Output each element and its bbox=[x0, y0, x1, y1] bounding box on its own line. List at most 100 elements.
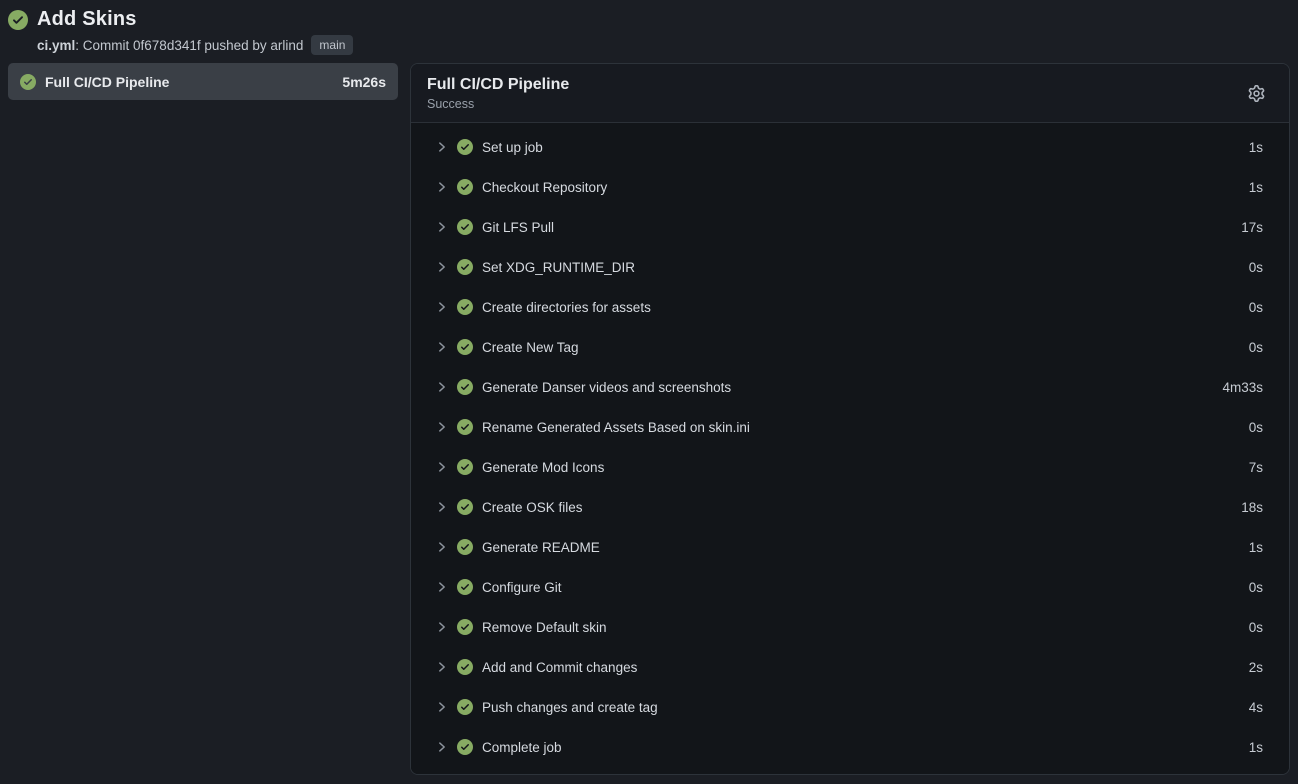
chevron-right-icon bbox=[435, 180, 449, 194]
check-circle-icon bbox=[8, 10, 28, 30]
step-name: Remove Default skin bbox=[482, 620, 607, 635]
chevron-right-icon bbox=[435, 460, 449, 474]
commit-text: : Commit 0f678d341f pushed by arlind bbox=[75, 38, 303, 53]
step-duration: 1s bbox=[1249, 140, 1263, 155]
check-circle-icon bbox=[457, 539, 473, 555]
workflow-file-label: ci.yml bbox=[37, 38, 75, 53]
check-circle-icon bbox=[457, 259, 473, 275]
chevron-right-icon bbox=[435, 300, 449, 314]
chevron-right-icon bbox=[435, 660, 449, 674]
run-header: Add Skins ci.yml: Commit 0f678d341f push… bbox=[8, 6, 1290, 63]
gear-icon[interactable] bbox=[1245, 82, 1267, 104]
step-duration: 4m33s bbox=[1222, 380, 1263, 395]
step-duration: 7s bbox=[1249, 460, 1263, 475]
step-name: Generate Mod Icons bbox=[482, 460, 604, 475]
chevron-right-icon bbox=[435, 580, 449, 594]
check-circle-icon bbox=[457, 619, 473, 635]
job-duration: 5m26s bbox=[342, 74, 386, 90]
jobs-sidebar: Full CI/CD Pipeline 5m26s bbox=[8, 63, 398, 100]
step-duration: 2s bbox=[1249, 660, 1263, 675]
step-duration: 1s bbox=[1249, 180, 1263, 195]
chevron-right-icon bbox=[435, 340, 449, 354]
step-row[interactable]: Add and Commit changes 2s bbox=[411, 647, 1289, 687]
step-duration: 4s bbox=[1249, 700, 1263, 715]
step-row[interactable]: Generate Mod Icons 7s bbox=[411, 447, 1289, 487]
step-duration: 0s bbox=[1249, 300, 1263, 315]
chevron-right-icon bbox=[435, 140, 449, 154]
job-name: Full CI/CD Pipeline bbox=[45, 74, 169, 90]
step-row[interactable]: Generate Danser videos and screenshots 4… bbox=[411, 367, 1289, 407]
step-duration: 0s bbox=[1249, 340, 1263, 355]
step-row[interactable]: Create directories for assets 0s bbox=[411, 287, 1289, 327]
step-row[interactable]: Remove Default skin 0s bbox=[411, 607, 1289, 647]
step-duration: 1s bbox=[1249, 740, 1263, 755]
chevron-right-icon bbox=[435, 500, 449, 514]
panel-job-title: Full CI/CD Pipeline bbox=[427, 75, 1273, 95]
check-circle-icon bbox=[457, 459, 473, 475]
step-row[interactable]: Complete job 1s bbox=[411, 727, 1289, 767]
check-circle-icon bbox=[457, 139, 473, 155]
chevron-right-icon bbox=[435, 740, 449, 754]
panel-job-status: Success bbox=[427, 97, 1273, 112]
chevron-right-icon bbox=[435, 260, 449, 274]
chevron-right-icon bbox=[435, 380, 449, 394]
step-name: Configure Git bbox=[482, 580, 562, 595]
step-name: Generate README bbox=[482, 540, 600, 555]
step-name: Create OSK files bbox=[482, 500, 583, 515]
check-circle-icon bbox=[457, 219, 473, 235]
chevron-right-icon bbox=[435, 620, 449, 634]
step-row[interactable]: Generate README 1s bbox=[411, 527, 1289, 567]
chevron-right-icon bbox=[435, 540, 449, 554]
step-name: Generate Danser videos and screenshots bbox=[482, 380, 731, 395]
step-name: Complete job bbox=[482, 740, 562, 755]
check-circle-icon bbox=[457, 419, 473, 435]
check-circle-icon bbox=[457, 379, 473, 395]
step-row[interactable]: Set up job 1s bbox=[411, 127, 1289, 167]
step-name: Checkout Repository bbox=[482, 180, 607, 195]
step-name: Set up job bbox=[482, 140, 543, 155]
step-name: Git LFS Pull bbox=[482, 220, 554, 235]
step-duration: 0s bbox=[1249, 580, 1263, 595]
steps-list: Set up job 1s Checkout Repository 1s Git… bbox=[411, 123, 1289, 774]
chevron-right-icon bbox=[435, 420, 449, 434]
check-circle-icon bbox=[457, 699, 473, 715]
check-circle-icon bbox=[457, 739, 473, 755]
check-circle-icon bbox=[457, 579, 473, 595]
job-panel: Full CI/CD Pipeline Success Set up job 1… bbox=[410, 63, 1290, 775]
step-duration: 18s bbox=[1241, 500, 1263, 515]
step-duration: 0s bbox=[1249, 620, 1263, 635]
branch-badge[interactable]: main bbox=[311, 35, 353, 55]
step-row[interactable]: Configure Git 0s bbox=[411, 567, 1289, 607]
actions-run-page: Add Skins ci.yml: Commit 0f678d341f push… bbox=[0, 0, 1298, 784]
check-circle-icon bbox=[20, 74, 36, 90]
step-duration: 17s bbox=[1241, 220, 1263, 235]
step-name: Set XDG_RUNTIME_DIR bbox=[482, 260, 635, 275]
check-circle-icon bbox=[457, 299, 473, 315]
content: Full CI/CD Pipeline 5m26s Full CI/CD Pip… bbox=[8, 63, 1290, 775]
check-circle-icon bbox=[457, 339, 473, 355]
chevron-right-icon bbox=[435, 700, 449, 714]
step-duration: 1s bbox=[1249, 540, 1263, 555]
step-row[interactable]: Checkout Repository 1s bbox=[411, 167, 1289, 207]
commit-line: ci.yml: Commit 0f678d341f pushed by arli… bbox=[37, 35, 1288, 55]
step-duration: 0s bbox=[1249, 420, 1263, 435]
step-row[interactable]: Git LFS Pull 17s bbox=[411, 207, 1289, 247]
step-name: Rename Generated Assets Based on skin.in… bbox=[482, 420, 750, 435]
page-title: Add Skins bbox=[37, 8, 137, 31]
step-row[interactable]: Create New Tag 0s bbox=[411, 327, 1289, 367]
step-name: Create directories for assets bbox=[482, 300, 651, 315]
check-circle-icon bbox=[457, 659, 473, 675]
panel-header: Full CI/CD Pipeline Success bbox=[411, 64, 1289, 123]
step-row[interactable]: Set XDG_RUNTIME_DIR 0s bbox=[411, 247, 1289, 287]
sidebar-job-item[interactable]: Full CI/CD Pipeline 5m26s bbox=[8, 63, 398, 100]
step-name: Create New Tag bbox=[482, 340, 579, 355]
step-name: Add and Commit changes bbox=[482, 660, 637, 675]
step-row[interactable]: Rename Generated Assets Based on skin.in… bbox=[411, 407, 1289, 447]
check-circle-icon bbox=[457, 499, 473, 515]
step-row[interactable]: Create OSK files 18s bbox=[411, 487, 1289, 527]
step-duration: 0s bbox=[1249, 260, 1263, 275]
step-name: Push changes and create tag bbox=[482, 700, 658, 715]
check-circle-icon bbox=[457, 179, 473, 195]
step-row[interactable]: Push changes and create tag 4s bbox=[411, 687, 1289, 727]
chevron-right-icon bbox=[435, 220, 449, 234]
